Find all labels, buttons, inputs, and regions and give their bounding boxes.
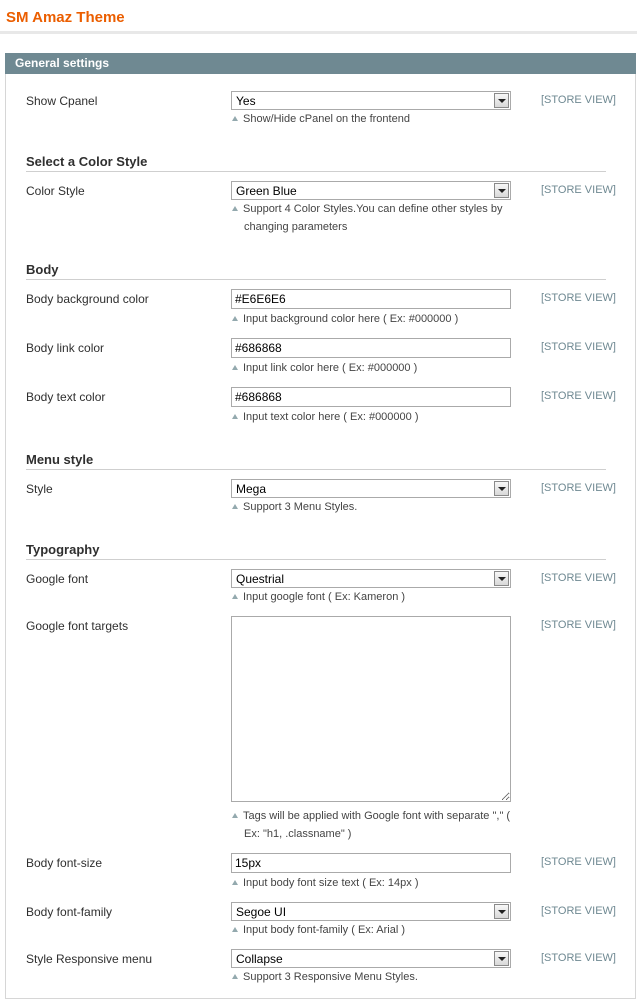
note-triangle-icon (232, 813, 238, 818)
section-typography-title: Typography (26, 542, 100, 557)
scope-label: [STORE VIEW] (541, 292, 616, 304)
google-font-select[interactable]: Questrial (231, 569, 511, 588)
body-font-size-label: Body font-size (26, 856, 103, 870)
responsive-menu-select[interactable]: Collapse (231, 949, 511, 968)
body-font-size-note: Input body font size text ( Ex: 14px ) (232, 874, 517, 892)
scope-label: [STORE VIEW] (541, 619, 616, 631)
body-font-family-select[interactable]: Segoe UI (231, 902, 511, 921)
chevron-down-icon (494, 93, 509, 108)
section-menu-style: Menu style (26, 452, 606, 470)
note-triangle-icon (232, 594, 238, 599)
scope-label: [STORE VIEW] (541, 905, 616, 917)
body-text-note: Input text color here ( Ex: #000000 ) (232, 408, 517, 426)
body-link-label: Body link color (26, 341, 105, 355)
menu-style-note: Support 3 Menu Styles. (232, 498, 517, 516)
scope-label: [STORE VIEW] (541, 341, 616, 353)
body-font-family-note: Input body font-family ( Ex: Arial ) (232, 921, 517, 939)
show-cpanel-note: Show/Hide cPanel on the frontend (232, 110, 517, 128)
section-body-title: Body (26, 262, 59, 277)
scope-label: [STORE VIEW] (541, 482, 616, 494)
responsive-menu-value: Collapse (236, 952, 283, 966)
chevron-down-icon (494, 951, 509, 966)
responsive-menu-label: Style Responsive menu (26, 952, 153, 966)
title-divider (0, 31, 637, 34)
body-text-label: Body text color (26, 390, 106, 404)
body-bg-input[interactable] (231, 289, 511, 309)
section-color-style: Select a Color Style (26, 154, 606, 172)
note-triangle-icon (232, 504, 238, 509)
google-font-value: Questrial (236, 572, 285, 586)
section-body: Body (26, 262, 606, 280)
scope-label: [STORE VIEW] (541, 94, 616, 106)
google-font-label: Google font (26, 572, 89, 586)
chevron-down-icon (494, 183, 509, 198)
note-triangle-icon (232, 880, 238, 885)
color-style-select[interactable]: Green Blue (231, 181, 511, 200)
menu-style-label: Style (26, 482, 53, 496)
note-triangle-icon (232, 414, 238, 419)
google-targets-textarea[interactable] (231, 616, 511, 802)
body-link-input[interactable] (231, 338, 511, 358)
google-targets-note: Tags will be applied with Google font wi… (232, 807, 522, 843)
note-triangle-icon (232, 974, 238, 979)
body-link-note: Input link color here ( Ex: #000000 ) (232, 359, 517, 377)
body-font-family-label: Body font-family (26, 905, 113, 919)
menu-style-select[interactable]: Mega (231, 479, 511, 498)
scope-label: [STORE VIEW] (541, 572, 616, 584)
note-triangle-icon (232, 927, 238, 932)
note-triangle-icon (232, 206, 238, 211)
google-targets-label: Google font targets (26, 619, 129, 633)
show-cpanel-value: Yes (236, 94, 256, 108)
scope-label: [STORE VIEW] (541, 184, 616, 196)
scope-label: [STORE VIEW] (541, 856, 616, 868)
section-menu-style-title: Menu style (26, 452, 94, 467)
scope-label: [STORE VIEW] (541, 952, 616, 964)
note-triangle-icon (232, 316, 238, 321)
show-cpanel-label: Show Cpanel (26, 94, 98, 108)
color-style-note: Support 4 Color Styles.You can define ot… (232, 200, 522, 236)
section-typography: Typography (26, 542, 606, 560)
body-bg-note: Input background color here ( Ex: #00000… (232, 310, 517, 328)
scope-label: [STORE VIEW] (541, 390, 616, 402)
panel-header[interactable]: General settings (5, 53, 636, 74)
note-triangle-icon (232, 365, 238, 370)
note-triangle-icon (232, 116, 238, 121)
chevron-down-icon (494, 481, 509, 496)
body-text-input[interactable] (231, 387, 511, 407)
color-style-label: Color Style (26, 184, 85, 198)
body-bg-label: Body background color (26, 292, 149, 306)
body-font-size-input[interactable] (231, 853, 511, 873)
body-font-family-value: Segoe UI (236, 905, 287, 919)
section-color-style-title: Select a Color Style (26, 154, 148, 169)
responsive-menu-note: Support 3 Responsive Menu Styles. (232, 968, 517, 986)
color-style-value: Green Blue (236, 184, 297, 198)
menu-style-value: Mega (236, 482, 267, 496)
google-font-note: Input google font ( Ex: Kameron ) (232, 588, 517, 606)
page-title: SM Amaz Theme (6, 9, 125, 26)
chevron-down-icon (494, 904, 509, 919)
show-cpanel-select[interactable]: Yes (231, 91, 511, 110)
chevron-down-icon (494, 571, 509, 586)
